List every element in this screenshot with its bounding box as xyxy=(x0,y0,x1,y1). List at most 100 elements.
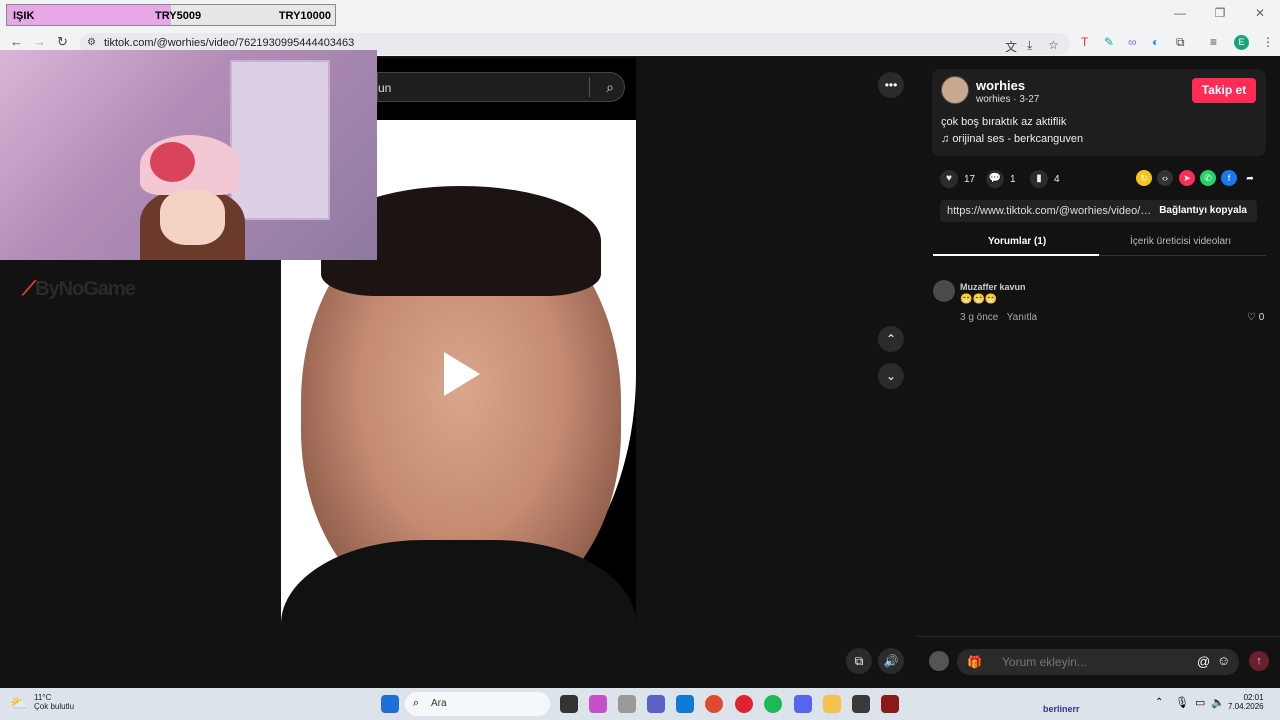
spotify-icon[interactable] xyxy=(764,695,782,713)
weather-widget[interactable]: ⛅ 11°C Çok bulutlu xyxy=(10,693,74,711)
microphone-icon[interactable]: 🎙 xyxy=(1175,696,1189,709)
taskbar-search[interactable]: ⌕ Ara xyxy=(405,692,550,716)
volume-button[interactable]: 🔊 xyxy=(878,648,904,674)
system-clock[interactable]: 02:01 7.04.2026 xyxy=(1228,693,1264,711)
emoji-icon[interactable]: ☺ xyxy=(1217,653,1230,668)
minimize-button[interactable]: — xyxy=(1160,0,1200,30)
follow-button[interactable]: Takip et xyxy=(1192,78,1256,103)
play-icon[interactable] xyxy=(444,352,480,396)
tray-chevron-icon[interactable]: ⌃ xyxy=(1155,697,1163,708)
weather-desc: Çok bulutlu xyxy=(34,702,75,711)
commenter-name[interactable]: Muzaffer kavun xyxy=(960,282,1026,292)
comment-time: 3 g önce xyxy=(960,312,999,323)
maximize-button[interactable]: ❐ xyxy=(1200,0,1240,30)
opera-icon[interactable] xyxy=(735,695,753,713)
logo-mark-icon: ⟋ xyxy=(22,278,36,300)
clock-date: 7.04.2026 xyxy=(1228,702,1264,711)
extensions-puzzle-icon[interactable]: ⧉ xyxy=(1176,35,1185,50)
post-link[interactable]: https://www.tiktok.com/@worhies/video/76… xyxy=(947,205,1152,217)
settings-icon[interactable] xyxy=(618,695,636,713)
url-text: tiktok.com/@worhies/video/76219309954444… xyxy=(104,37,355,49)
avatar-face xyxy=(160,190,225,245)
comment-input-row: 🎁 @ ☺ ↑ xyxy=(917,636,1280,688)
next-video-button[interactable]: ⌄ xyxy=(878,363,904,389)
chrome-icon[interactable] xyxy=(705,695,723,713)
stream-logo: ⟋ByNoGame xyxy=(22,278,136,301)
reply-button[interactable]: Yanıtla xyxy=(1007,312,1037,323)
previous-video-button[interactable]: ⌃ xyxy=(878,326,904,352)
save-button[interactable]: ▮ 4 xyxy=(1030,170,1060,188)
comment-box[interactable]: 🎁 @ ☺ xyxy=(957,649,1239,675)
translate-icon[interactable]: 文 xyxy=(1005,38,1017,55)
task-view-icon[interactable] xyxy=(560,695,578,713)
speaker-icon[interactable]: 🔈 xyxy=(1211,696,1225,709)
app-icon[interactable] xyxy=(852,695,870,713)
like-button[interactable]: ♥ 17 xyxy=(940,170,975,188)
comment-like-button[interactable]: ♡ 0 xyxy=(1247,312,1264,323)
music-row[interactable]: ♫ orijinal ses - berkcanguven xyxy=(941,133,1083,145)
embed-icon[interactable]: ‹› xyxy=(1157,170,1173,186)
tab-search-icon[interactable]: ≡ xyxy=(1210,35,1217,49)
profile-avatar[interactable]: E xyxy=(1234,35,1249,50)
comment-like-count: 0 xyxy=(1258,312,1265,323)
copilot-icon[interactable] xyxy=(589,695,607,713)
pip-mode-button[interactable]: ⧉ xyxy=(846,648,872,674)
file-explorer-icon[interactable] xyxy=(823,695,841,713)
extension-link-icon[interactable]: ∞ xyxy=(1128,35,1137,49)
back-icon[interactable]: ← xyxy=(10,34,23,49)
discord-icon[interactable] xyxy=(794,695,812,713)
tab-creator-videos[interactable]: İçerik üreticisi videoları xyxy=(1130,236,1231,247)
post-comment-button[interactable]: ↑ xyxy=(1249,651,1269,671)
windows-taskbar: ⛅ 11°C Çok bulutlu ⌕ Ara berlinerr ⌃ 🎙 ▭… xyxy=(0,688,1280,720)
extension-tp-icon[interactable]: T xyxy=(1081,35,1088,49)
comment-meta: 3 g önce Yanıtla xyxy=(960,312,1037,323)
site-info-icon[interactable]: ⚙ xyxy=(87,37,96,48)
music-note-icon: ♫ xyxy=(941,133,953,145)
comment-text: 😁😁😁 xyxy=(960,294,998,305)
teams-icon[interactable] xyxy=(647,695,665,713)
donation-goal-bar: IŞIK TRY5009 TRY10000 xyxy=(6,4,336,26)
copy-link-row: https://www.tiktok.com/@worhies/video/76… xyxy=(940,200,1257,222)
donation-goal: TRY10000 xyxy=(278,10,331,22)
extension-translate-icon[interactable]: ✎ xyxy=(1104,35,1114,49)
install-icon[interactable]: ⤓ xyxy=(1027,38,1032,53)
send-icon[interactable]: ➤ xyxy=(1179,170,1195,186)
more-options-button[interactable]: ••• xyxy=(878,72,904,98)
comment-input[interactable] xyxy=(1002,655,1152,669)
share-arrow-icon[interactable]: ➦ xyxy=(1242,170,1258,186)
search-icon[interactable]: ⌕ xyxy=(606,79,614,96)
window-controls: — ❐ ✕ xyxy=(1160,0,1280,30)
reload-icon[interactable]: ↻ xyxy=(57,34,68,50)
forward-icon[interactable]: → xyxy=(33,34,46,49)
edge-icon[interactable] xyxy=(676,695,694,713)
search-bar[interactable]: un ⌕ xyxy=(377,72,625,102)
cloud-sun-icon: ⛅ xyxy=(10,695,28,711)
creator-avatar[interactable] xyxy=(941,76,969,104)
save-count: 4 xyxy=(1054,173,1060,185)
copy-link-button[interactable]: Bağlantıyı kopyala xyxy=(1159,205,1247,216)
taskbar-search-text: Ara xyxy=(431,698,447,709)
donation-name: IŞIK xyxy=(13,10,35,22)
gift-icon[interactable]: 🎁 xyxy=(967,655,982,669)
commenter-avatar[interactable] xyxy=(933,280,955,302)
extension-audio-icon[interactable]: ◐ xyxy=(1152,35,1159,49)
notification-user: berlinerr xyxy=(1043,704,1080,714)
facebook-icon[interactable]: f xyxy=(1221,170,1237,186)
mention-icon[interactable]: @ xyxy=(1197,654,1210,669)
taskbar-search-icon: ⌕ xyxy=(413,697,420,709)
bookmark-star-icon[interactable]: ☆ xyxy=(1048,38,1059,52)
search-input[interactable]: un xyxy=(378,81,391,95)
whatsapp-icon[interactable]: ✆ xyxy=(1200,170,1216,186)
close-button[interactable]: ✕ xyxy=(1240,0,1280,30)
start-icon[interactable] xyxy=(381,695,399,713)
tab-comments[interactable]: Yorumlar (1) xyxy=(988,236,1046,247)
video-person-shirt xyxy=(281,540,636,688)
post-description: çok boş bıraktık az aktiflik xyxy=(941,116,1067,128)
network-icon[interactable]: ▭ xyxy=(1195,696,1205,709)
repost-icon[interactable]: ↻ xyxy=(1136,170,1152,186)
comment-icon: 💬 xyxy=(986,170,1004,188)
valorant-icon[interactable] xyxy=(881,695,899,713)
creator-username[interactable]: worhies xyxy=(976,78,1025,93)
browser-menu-icon[interactable]: ⋮ xyxy=(1262,35,1274,49)
comment-button[interactable]: 💬 1 xyxy=(986,170,1016,188)
